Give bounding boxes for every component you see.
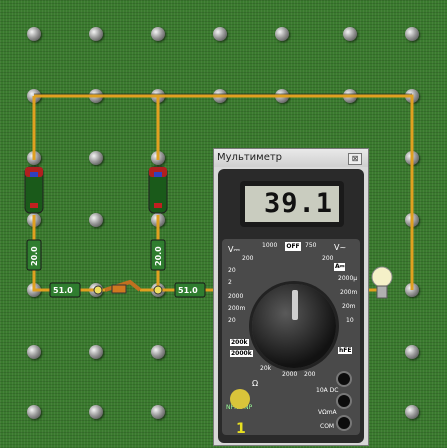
ohm-label: Ω [252,379,259,388]
jack-10a-label: 10A DC [316,387,339,394]
resistor-label: 20.0 [30,246,39,266]
range-left-2000[interactable]: 2000 [228,293,243,300]
multimeter-body: 39.1 V⎓ 1000 OFF 750 V~ 200 200 20 A⎓ 2 … [218,169,364,443]
range-10[interactable]: 10 [346,317,354,324]
a-label: A⎓ [334,263,346,271]
multimeter-window[interactable]: Мультиметр ⊠ 39.1 V⎓ 1000 OFF 750 V~ 200… [213,148,369,446]
range-2000k[interactable]: 2000k [230,350,253,357]
resistor-label: 20.0 [154,246,163,266]
range-1000[interactable]: 1000 [262,242,277,249]
range-20m[interactable]: 20m [342,303,355,310]
jack-com-label: COM [320,423,335,430]
resistor-vertical-left[interactable]: 20.0 [26,239,42,271]
range-200-ac[interactable]: 200 [322,255,333,262]
dial-plate: V⎓ 1000 OFF 750 V~ 200 200 20 A⎓ 2 2000μ… [222,239,360,437]
range-2000-ohm[interactable]: 2000 [282,371,297,378]
jack-10a[interactable] [338,373,350,385]
multimeter-titlebar[interactable]: Мультиметр ⊠ [214,149,368,167]
range-2[interactable]: 2 [228,279,232,286]
battery-middle[interactable] [148,166,168,214]
resistor-vertical-middle[interactable]: 20.0 [150,239,166,271]
range-200-ohm[interactable]: 200 [304,371,315,378]
transistor-socket[interactable] [230,389,250,409]
range-2000u[interactable]: 2000μ [338,275,357,282]
range-20[interactable]: 20 [228,267,236,274]
v-ac-label: V~ [334,243,347,252]
v-dc-label: V⎓ [228,245,240,254]
lcd-frame: 39.1 [240,181,344,227]
close-icon[interactable]: ⊠ [348,153,362,165]
range-200[interactable]: 200 [242,255,253,262]
multimeter-title: Мультиметр [217,152,283,163]
dial-pointer [292,290,298,320]
rotary-dial[interactable] [252,284,336,368]
range-200k[interactable]: 200k [230,339,249,346]
range-750[interactable]: 750 [305,242,316,249]
switch[interactable] [93,279,163,295]
resistor-horizontal-left[interactable]: 51.0 [49,282,81,298]
resistor-label: 51.0 [178,286,198,295]
lcd-display: 39.1 [245,186,339,222]
range-left-200m[interactable]: 200m [228,305,245,312]
resistor-label: 51.0 [53,286,73,295]
lightbulb-icon[interactable] [371,266,393,299]
battery-left[interactable] [24,166,44,214]
hfe-label[interactable]: hFE [338,347,353,354]
jack-v-ohm-ma[interactable] [338,395,350,407]
off-position[interactable]: OFF [285,242,301,251]
range-200m[interactable]: 200m [340,289,357,296]
probe-number: 1 [236,421,246,437]
jack-v-ohm-label: VΩmA [318,409,337,416]
jack-com[interactable] [338,417,350,429]
range-20k[interactable]: 20k [260,365,271,372]
range-left-20[interactable]: 20 [228,317,236,324]
resistor-horizontal-right[interactable]: 51.0 [174,282,206,298]
lcd-reading: 39.1 [263,188,333,219]
